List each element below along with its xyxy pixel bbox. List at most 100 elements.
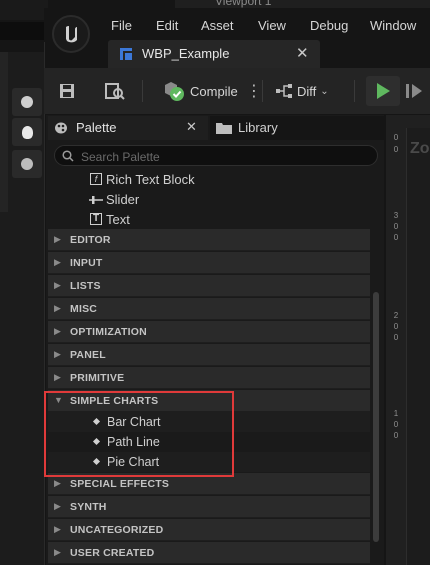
category-user-created[interactable]: ▶ USER CREATED — [48, 542, 370, 564]
background-tool-button[interactable] — [12, 118, 42, 146]
menu-edit[interactable]: Edit — [156, 18, 178, 33]
expand-arrow-icon: ▶ — [54, 326, 61, 336]
category-label: LISTS — [70, 280, 101, 292]
category-synth[interactable]: ▶ SYNTH — [48, 496, 370, 518]
toolbar-separator — [354, 80, 355, 102]
ruler-tick: 3 — [393, 211, 399, 220]
expand-arrow-icon: ▶ — [54, 372, 61, 382]
compile-label: Compile — [190, 83, 238, 99]
more-options-icon[interactable]: ⋮ — [246, 81, 262, 101]
widget-blueprint-icon — [120, 48, 132, 60]
toolbar-separator — [262, 80, 263, 102]
ruler-tick: 0 — [393, 420, 399, 429]
rich-text-icon: f — [90, 173, 102, 185]
category-primitive[interactable]: ▶ PRIMITIVE — [48, 367, 370, 389]
category-input[interactable]: ▶ INPUT — [48, 252, 370, 274]
category-optimization[interactable]: ▶ OPTIMIZATION — [48, 321, 370, 343]
category-label: OPTIMIZATION — [70, 326, 147, 338]
folder-icon — [216, 123, 232, 134]
search-palette-field[interactable] — [54, 145, 378, 167]
category-label: PANEL — [70, 349, 106, 361]
list-item[interactable]: T Text — [48, 210, 370, 230]
menu-view[interactable]: View — [258, 18, 286, 33]
browse-button[interactable] — [104, 76, 126, 106]
list-item[interactable]: f Rich Text Block — [48, 170, 370, 190]
category-label: PRIMITIVE — [70, 372, 125, 384]
background-editor-top — [0, 0, 48, 20]
compile-button[interactable]: Compile — [162, 76, 238, 106]
vertical-ruler — [386, 128, 407, 565]
expand-arrow-icon: ▶ — [54, 547, 61, 557]
diff-icon — [276, 84, 292, 98]
category-label: SPECIAL EFFECTS — [70, 478, 170, 490]
ruler-tick: 0 — [393, 322, 399, 331]
menu-window[interactable]: Window — [370, 18, 416, 33]
category-panel[interactable]: ▶ PANEL — [48, 344, 370, 366]
menu-debug[interactable]: Debug — [310, 18, 348, 33]
slider-icon — [89, 196, 103, 204]
expand-arrow-icon: ▶ — [54, 478, 61, 488]
ruler-tick: 0 — [393, 133, 399, 142]
document-tab[interactable]: WBP_Example ✕ — [108, 40, 320, 68]
menu-bar: File Edit Asset View Debug Window — [44, 8, 430, 42]
expand-arrow-icon: ▶ — [54, 234, 61, 244]
play-icon — [377, 83, 390, 99]
category-label: INPUT — [70, 257, 103, 269]
viewport-tab-label: Viewport 1 — [215, 0, 272, 8]
step-icon — [406, 84, 422, 98]
background-editor-strip — [0, 52, 8, 212]
diff-label: Diff — [297, 83, 317, 99]
document-tab-title: WBP_Example — [142, 46, 230, 61]
ruler-tick: 0 — [393, 233, 399, 242]
menu-asset[interactable]: Asset — [201, 18, 234, 33]
ruler-tick: 1 — [393, 409, 399, 418]
category-lists[interactable]: ▶ LISTS — [48, 275, 370, 297]
palette-scrollbar-thumb[interactable] — [373, 292, 379, 542]
library-tab[interactable]: Library — [210, 116, 384, 140]
diff-button[interactable]: Diff ⌄ — [274, 76, 329, 106]
close-palette-icon[interactable]: ✕ — [186, 119, 197, 135]
viewport-tab[interactable]: Viewport 1 — [175, 0, 430, 8]
ruler-tick: 2 — [393, 311, 399, 320]
category-label: USER CREATED — [70, 547, 155, 559]
expand-arrow-icon: ▶ — [54, 303, 61, 313]
browse-icon — [105, 83, 125, 100]
menu-file[interactable]: File — [111, 18, 132, 33]
list-item[interactable]: Slider — [48, 190, 370, 210]
background-tool-button[interactable] — [12, 150, 42, 178]
ruler-tick: 0 — [393, 145, 399, 154]
expand-arrow-icon: ▶ — [54, 501, 61, 511]
ruler-tick: 0 — [393, 333, 399, 342]
expand-arrow-icon: ▶ — [54, 280, 61, 290]
palette-tab[interactable]: Palette ✕ — [48, 116, 208, 140]
category-editor[interactable]: ▶ EDITOR — [48, 229, 370, 251]
compile-check-icon — [165, 82, 184, 101]
palette-icon — [55, 122, 67, 134]
ruler-tick: 0 — [393, 222, 399, 231]
category-label: MISC — [70, 303, 98, 315]
close-tab-icon[interactable]: ✕ — [296, 44, 309, 62]
search-palette-input[interactable] — [79, 146, 373, 167]
category-label: SYNTH — [70, 501, 107, 513]
category-uncategorized[interactable]: ▶ UNCATEGORIZED — [48, 519, 370, 541]
category-label: EDITOR — [70, 234, 111, 246]
mannequin-icon — [21, 96, 33, 108]
ruler-tick: 0 — [393, 431, 399, 440]
toolbar: Compile ⋮ Diff ⌄ — [44, 68, 430, 114]
save-button[interactable] — [58, 76, 76, 106]
save-icon — [60, 84, 74, 98]
highlight-box — [44, 391, 234, 477]
background-tool-button[interactable] — [12, 88, 42, 116]
play-button[interactable] — [366, 76, 400, 106]
palette-list: f Rich Text Block Slider T Text ▶ EDITOR … — [48, 170, 370, 565]
search-icon — [62, 150, 74, 162]
unreal-logo-icon[interactable] — [52, 15, 90, 53]
zoom-label: Zo — [410, 140, 430, 157]
step-button[interactable] — [404, 76, 424, 106]
background-editor-bar — [0, 22, 48, 40]
library-tab-label: Library — [238, 120, 278, 135]
expand-arrow-icon: ▶ — [54, 349, 61, 359]
list-item-label: Text — [106, 212, 130, 227]
category-misc[interactable]: ▶ MISC — [48, 298, 370, 320]
palette-tab-label: Palette — [76, 120, 117, 135]
